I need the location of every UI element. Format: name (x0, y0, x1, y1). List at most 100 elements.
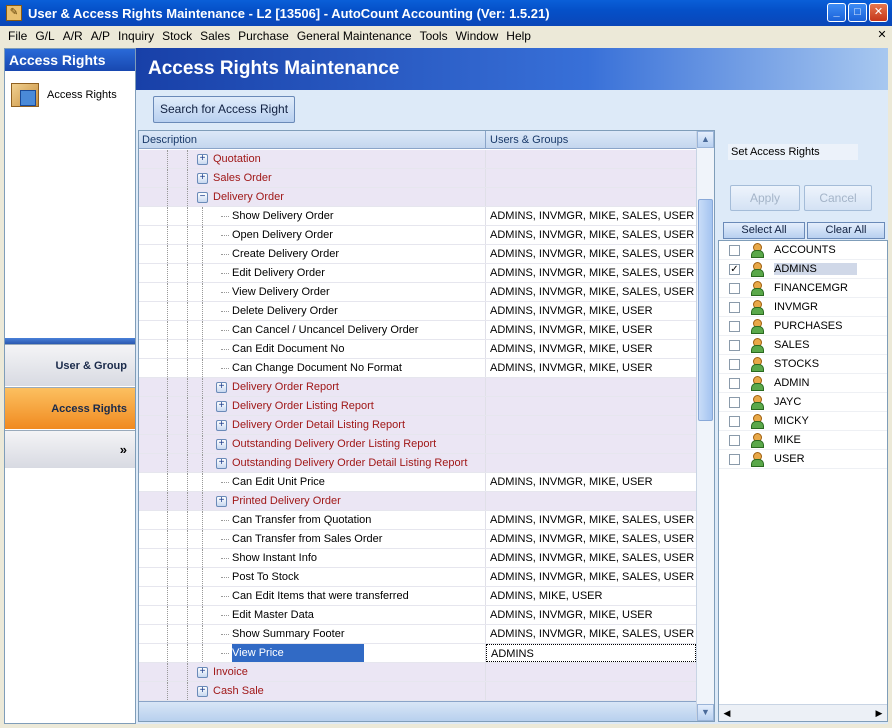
row-users-groups[interactable]: ADMINS, MIKE, USER (486, 587, 696, 605)
user-checkbox[interactable] (729, 244, 740, 256)
row-users-groups[interactable] (486, 435, 696, 453)
row-users-groups[interactable]: ADMINS, INVMGR, MIKE, SALES, USER (486, 625, 696, 643)
expand-icon[interactable]: + (216, 439, 227, 450)
row-users-groups[interactable] (486, 169, 696, 187)
user-list-item[interactable]: ADMIN (719, 374, 887, 393)
row-users-groups[interactable]: ADMINS, INVMGR, MIKE, SALES, USER (486, 530, 696, 548)
row-users-groups[interactable]: ADMINS, INVMGR, MIKE, USER (486, 359, 696, 377)
row-users-groups[interactable]: ADMINS, INVMGR, MIKE, SALES, USER (486, 511, 696, 529)
user-list-item[interactable]: FINANCEMGR (719, 279, 887, 298)
user-list-item[interactable]: JAYC (719, 393, 887, 412)
expand-icon[interactable]: + (197, 667, 208, 678)
row-users-groups[interactable] (486, 492, 696, 510)
collapse-icon[interactable]: − (197, 192, 208, 203)
tree-row[interactable]: Show Summary Footer ADMINS, INVMGR, MIKE,… (139, 625, 696, 644)
user-group-button[interactable]: User & Group (5, 344, 135, 386)
tree-row[interactable]: Create Delivery Order ADMINS, INVMGR, MIK… (139, 245, 696, 264)
row-users-groups[interactable]: ADMINS, INVMGR, MIKE, USER (486, 340, 696, 358)
list-horizontal-scrollbar[interactable]: ◀ ▶ (719, 704, 887, 721)
tree-group-row[interactable]: + Delivery Order Detail Listing Report (139, 416, 696, 435)
menu-item[interactable]: Inquiry (114, 29, 158, 43)
tree-row[interactable]: View Price ADMINS (139, 644, 696, 663)
tree-group-row[interactable]: + Outstanding Delivery Order Listing Repo… (139, 435, 696, 454)
nav-item-access-rights[interactable]: Access Rights (5, 71, 135, 119)
scroll-left-icon[interactable]: ◀ (720, 706, 734, 720)
tree-group-row[interactable]: − Delivery Order (139, 188, 696, 207)
vertical-scrollbar[interactable]: ▲ ▼ (696, 131, 714, 721)
menu-item[interactable]: Help (502, 29, 535, 43)
scroll-thumb[interactable] (698, 199, 713, 421)
mdi-close-icon[interactable]: ✕ (876, 28, 888, 42)
row-users-groups[interactable]: ADMINS, INVMGR, MIKE, SALES, USER (486, 245, 696, 263)
row-users-groups[interactable]: ADMINS, INVMGR, MIKE, SALES, USER (486, 549, 696, 567)
user-list-item[interactable]: INVMGR (719, 298, 887, 317)
tree-row[interactable]: Open Delivery Order ADMINS, INVMGR, MIKE,… (139, 226, 696, 245)
user-list-item[interactable]: USER (719, 450, 887, 469)
user-checkbox[interactable] (729, 377, 740, 389)
apply-button[interactable]: Apply (730, 185, 800, 211)
user-checkbox[interactable] (729, 282, 740, 294)
tree-row[interactable]: Can Transfer from Quotation ADMINS, INVMG… (139, 511, 696, 530)
user-checkbox[interactable] (729, 415, 740, 427)
expand-icon[interactable]: + (197, 173, 208, 184)
user-checkbox[interactable] (729, 453, 740, 465)
user-checkbox[interactable] (729, 434, 740, 446)
row-users-groups[interactable]: ADMINS, INVMGR, MIKE, USER (486, 606, 696, 624)
tree-group-row[interactable]: + Quotation (139, 150, 696, 169)
menu-item[interactable]: Stock (158, 29, 196, 43)
select-all-button[interactable]: Select All (723, 222, 805, 239)
column-header-users-groups[interactable]: Users & Groups (486, 131, 696, 148)
menu-item[interactable]: Window (452, 29, 503, 43)
clear-all-button[interactable]: Clear All (807, 222, 885, 239)
column-header-description[interactable]: Description (139, 131, 486, 148)
row-users-groups[interactable]: ADMINS, INVMGR, MIKE, USER (486, 321, 696, 339)
menu-item[interactable]: Purchase (234, 29, 293, 43)
row-users-groups[interactable] (486, 150, 696, 168)
tree-row[interactable]: Post To Stock ADMINS, INVMGR, MIKE, SALES… (139, 568, 696, 587)
row-users-groups[interactable] (486, 397, 696, 415)
user-checkbox[interactable]: ✓ (729, 263, 740, 275)
user-checkbox[interactable] (729, 339, 740, 351)
row-users-groups[interactable] (486, 663, 696, 681)
menu-item[interactable]: A/R (59, 29, 87, 43)
row-users-groups[interactable]: ADMINS (486, 644, 696, 662)
user-list-item[interactable]: MIKE (719, 431, 887, 450)
menu-item[interactable]: Tools (416, 29, 452, 43)
user-list-item[interactable]: SALES (719, 336, 887, 355)
tree-row[interactable]: Delete Delivery Order ADMINS, INVMGR, MIK… (139, 302, 696, 321)
tree-group-row[interactable]: + Delivery Order Listing Report (139, 397, 696, 416)
row-users-groups[interactable]: ADMINS, INVMGR, MIKE, SALES, USER (486, 264, 696, 282)
user-list-item[interactable]: STOCKS (719, 355, 887, 374)
expand-icon[interactable]: + (216, 458, 227, 469)
more-buttons-chevron-icon[interactable]: » (5, 430, 135, 468)
minimize-button[interactable]: _ (827, 3, 846, 22)
scroll-up-icon[interactable]: ▲ (697, 131, 714, 148)
tree-row[interactable]: Show Delivery Order ADMINS, INVMGR, MIKE,… (139, 207, 696, 226)
row-users-groups[interactable] (486, 188, 696, 206)
tree-row[interactable]: Can Edit Document No ADMINS, INVMGR, MIKE… (139, 340, 696, 359)
tree-group-row[interactable]: + Cash Sale (139, 682, 696, 701)
expand-icon[interactable]: + (197, 686, 208, 697)
tree-group-row[interactable]: + Invoice (139, 663, 696, 682)
row-users-groups[interactable] (486, 416, 696, 434)
user-list-item[interactable]: PURCHASES (719, 317, 887, 336)
tree-row[interactable]: Can Edit Items that were transferred ADMI… (139, 587, 696, 606)
row-users-groups[interactable]: ADMINS, INVMGR, MIKE, SALES, USER (486, 207, 696, 225)
row-users-groups[interactable]: ADMINS, INVMGR, MIKE, USER (486, 473, 696, 491)
row-users-groups[interactable]: ADMINS, INVMGR, MIKE, SALES, USER (486, 568, 696, 586)
maximize-button[interactable]: □ (848, 3, 867, 22)
tree-group-row[interactable]: + Outstanding Delivery Order Detail Listi… (139, 454, 696, 473)
row-users-groups[interactable]: ADMINS, INVMGR, MIKE, USER (486, 302, 696, 320)
row-users-groups[interactable] (486, 454, 696, 472)
menu-item[interactable]: G/L (31, 29, 58, 43)
expand-icon[interactable]: + (216, 401, 227, 412)
user-checkbox[interactable] (729, 396, 740, 408)
tree-row[interactable]: Edit Master Data ADMINS, INVMGR, MIKE, US… (139, 606, 696, 625)
tree-row[interactable]: Can Change Document No Format ADMINS, INV… (139, 359, 696, 378)
tree-group-row[interactable]: + Printed Delivery Order (139, 492, 696, 511)
menu-item[interactable]: A/P (87, 29, 114, 43)
user-checkbox[interactable] (729, 301, 740, 313)
tree-row[interactable]: Can Edit Unit Price ADMINS, INVMGR, MIKE,… (139, 473, 696, 492)
expand-icon[interactable]: + (216, 420, 227, 431)
close-button[interactable]: ✕ (869, 3, 888, 22)
